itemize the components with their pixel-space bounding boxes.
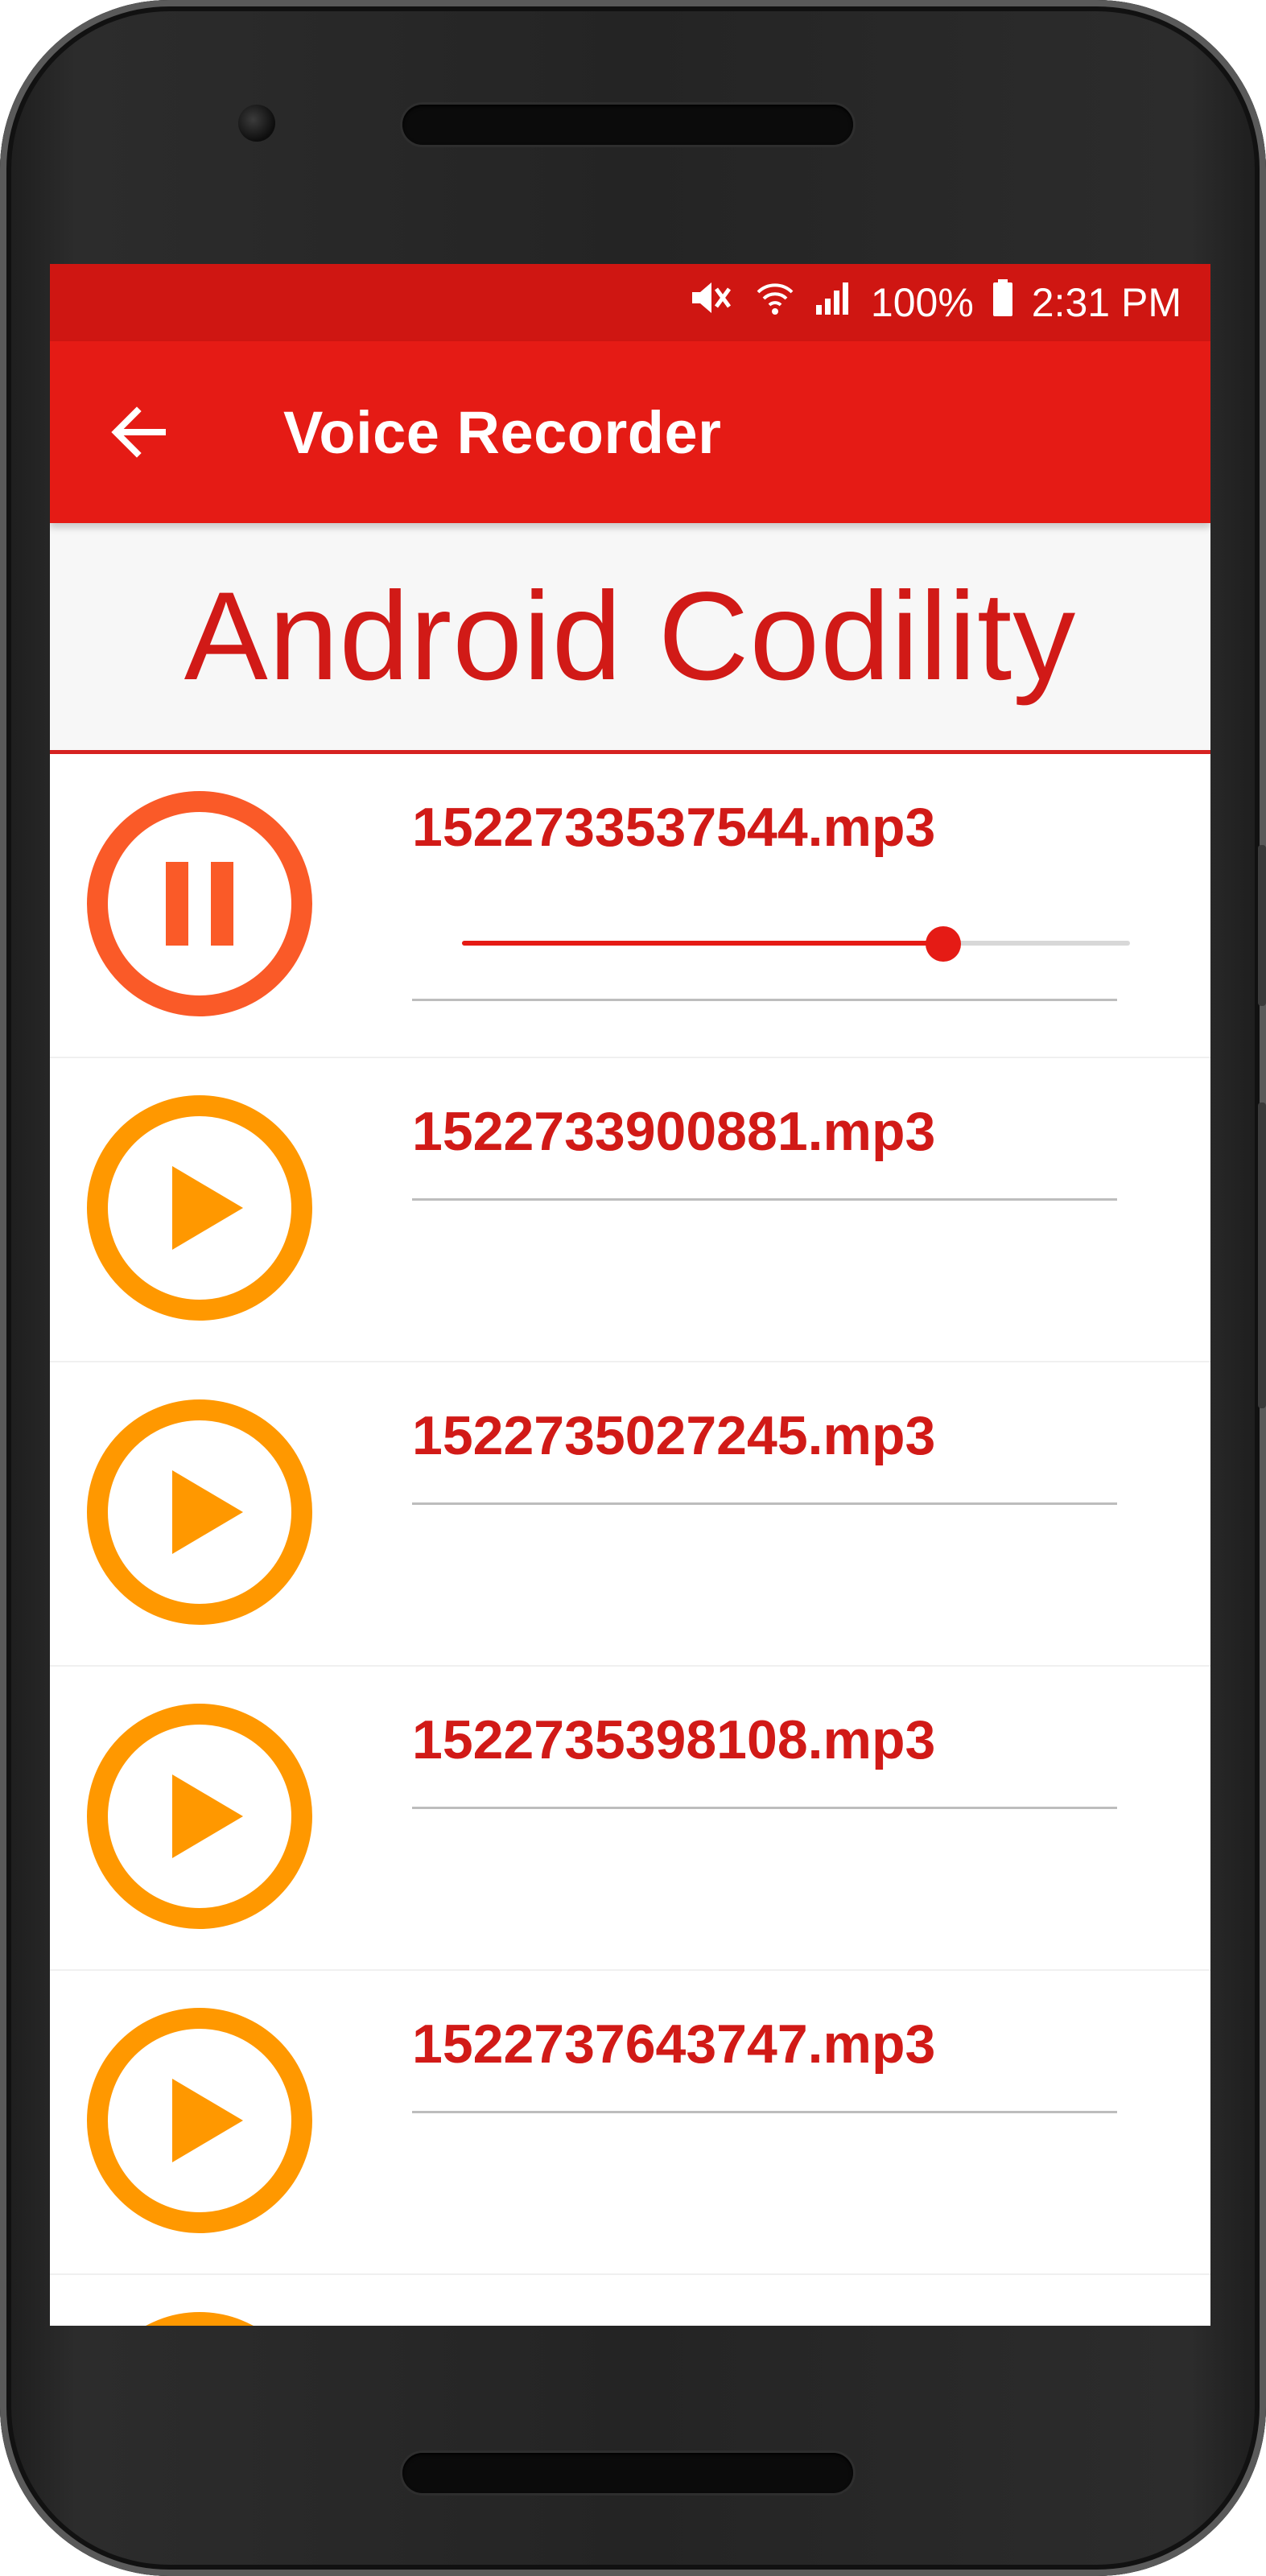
app-bar: Voice Recorder bbox=[50, 341, 1210, 523]
recording-name: 1522735027245.mp3 bbox=[412, 1405, 936, 1466]
mute-icon bbox=[689, 278, 737, 328]
phone-frame: 100% 2:31 PM Voice Recorder Android Codi… bbox=[0, 0, 1266, 2576]
play-icon[interactable] bbox=[85, 1398, 314, 1626]
recording-name: 1522735398108.mp3 bbox=[412, 1709, 936, 1770]
pause-icon[interactable] bbox=[85, 789, 314, 1018]
recording-name: 1522733900881.mp3 bbox=[412, 1101, 936, 1162]
list-item[interactable]: 1522735398108.mp3 bbox=[50, 1667, 1210, 1971]
status-bar: 100% 2:31 PM bbox=[50, 264, 1210, 341]
app-title: Voice Recorder bbox=[283, 398, 722, 466]
play-icon[interactable] bbox=[85, 1702, 314, 1931]
signal-icon bbox=[813, 278, 853, 328]
seek-bar[interactable] bbox=[462, 926, 1130, 962]
battery-icon bbox=[992, 278, 1014, 328]
divider bbox=[412, 1807, 1117, 1809]
recording-name: 1522733537544.mp3 bbox=[412, 797, 936, 858]
list-item-partial[interactable] bbox=[50, 2275, 1210, 2326]
screen: 100% 2:31 PM Voice Recorder Android Codi… bbox=[50, 264, 1210, 2326]
front-camera bbox=[238, 105, 275, 142]
battery-percent: 100% bbox=[870, 280, 974, 325]
play-icon[interactable] bbox=[85, 1094, 314, 1322]
wifi-icon bbox=[755, 278, 795, 328]
top-speaker bbox=[402, 105, 853, 145]
divider bbox=[412, 999, 1117, 1001]
banner-text: Android Codility bbox=[184, 566, 1077, 707]
bottom-speaker bbox=[402, 2453, 853, 2493]
recordings-list: 1522733537544.mp3 1522733900881.mp3 1522… bbox=[50, 754, 1210, 2326]
divider bbox=[412, 1502, 1117, 1505]
volume-button bbox=[1258, 1103, 1266, 1408]
banner: Android Codility bbox=[50, 523, 1210, 754]
seek-thumb[interactable] bbox=[925, 926, 961, 962]
play-icon[interactable] bbox=[85, 2310, 314, 2326]
list-item[interactable]: 1522735027245.mp3 bbox=[50, 1362, 1210, 1667]
divider bbox=[412, 2111, 1117, 2113]
divider bbox=[412, 1198, 1117, 1201]
arrow-left-icon[interactable] bbox=[106, 400, 171, 464]
clock: 2:31 PM bbox=[1031, 280, 1181, 325]
list-item[interactable]: 1522737643747.mp3 bbox=[50, 1971, 1210, 2275]
recording-name: 1522737643747.mp3 bbox=[412, 2013, 936, 2075]
list-item[interactable]: 1522733537544.mp3 bbox=[50, 754, 1210, 1058]
seek-progress bbox=[462, 941, 943, 946]
play-icon[interactable] bbox=[85, 2006, 314, 2235]
power-button bbox=[1258, 845, 1266, 1006]
list-item[interactable]: 1522733900881.mp3 bbox=[50, 1058, 1210, 1362]
